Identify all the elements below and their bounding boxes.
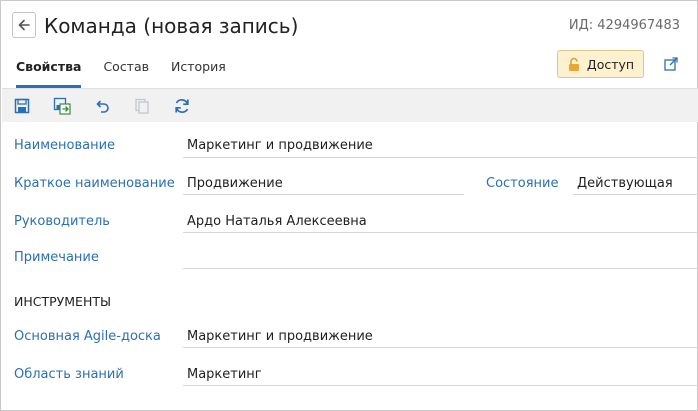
save-icon — [14, 98, 30, 114]
arrow-left-icon — [18, 19, 30, 31]
tab-properties[interactable]: Свойства — [16, 58, 82, 88]
tools-section-title: ИНСТРУМЕНТЫ — [14, 294, 112, 309]
knowledge-area-field-underline — [183, 385, 698, 386]
lock-icon — [568, 57, 579, 71]
save-button[interactable] — [11, 95, 33, 117]
page-title: Команда (новая запись) — [44, 14, 299, 38]
knowledge-area-label: Область знаний — [14, 367, 124, 382]
agile-board-label: Основная Agile-доска — [14, 329, 161, 344]
record-id: ИД: 4294967483 — [568, 18, 680, 33]
refresh-icon — [175, 99, 189, 113]
tab-bar: Свойства Состав История — [16, 58, 248, 88]
state-label: Состояние — [486, 176, 559, 191]
undo-icon — [96, 100, 109, 113]
copy-button[interactable] — [131, 95, 153, 117]
head-field-underline — [183, 232, 698, 233]
note-label: Примечание — [14, 250, 99, 265]
access-button[interactable]: Доступ — [557, 50, 644, 78]
copy-icon — [135, 98, 149, 114]
tab-history[interactable]: История — [171, 58, 226, 88]
save-and-close-button[interactable] — [51, 95, 73, 117]
name-field[interactable]: Маркетинг и продвижение — [183, 137, 373, 155]
short-name-label: Краткое наименование — [14, 176, 175, 191]
undo-button[interactable] — [91, 95, 113, 117]
note-field[interactable] — [183, 249, 698, 267]
name-field-underline — [183, 157, 698, 158]
refresh-button[interactable] — [171, 95, 193, 117]
note-field-underline — [183, 268, 698, 269]
record-window: Команда (новая запись) ИД: 4294967483 Св… — [0, 0, 698, 411]
state-field[interactable]: Действующая — [573, 175, 673, 193]
access-button-label: Доступ — [586, 56, 635, 72]
agile-board-field[interactable]: Маркетинг и продвижение — [183, 328, 373, 346]
name-label: Наименование — [14, 138, 116, 153]
head-label: Руководитель — [14, 214, 110, 229]
save-and-close-icon — [53, 97, 71, 115]
short-name-field-underline — [183, 194, 464, 195]
short-name-field[interactable]: Продвижение — [183, 175, 283, 193]
state-field-underline — [573, 194, 698, 195]
knowledge-area-field[interactable]: Маркетинг — [183, 366, 262, 384]
external-link-icon — [664, 57, 678, 71]
agile-board-field-underline — [183, 347, 698, 348]
open-in-new-window-button[interactable] — [659, 53, 683, 75]
head-field[interactable]: Ардо Наталья Алексеевна — [183, 213, 367, 231]
back-button[interactable] — [12, 12, 36, 38]
tab-members[interactable]: Состав — [103, 58, 149, 88]
toolbar — [2, 88, 698, 122]
